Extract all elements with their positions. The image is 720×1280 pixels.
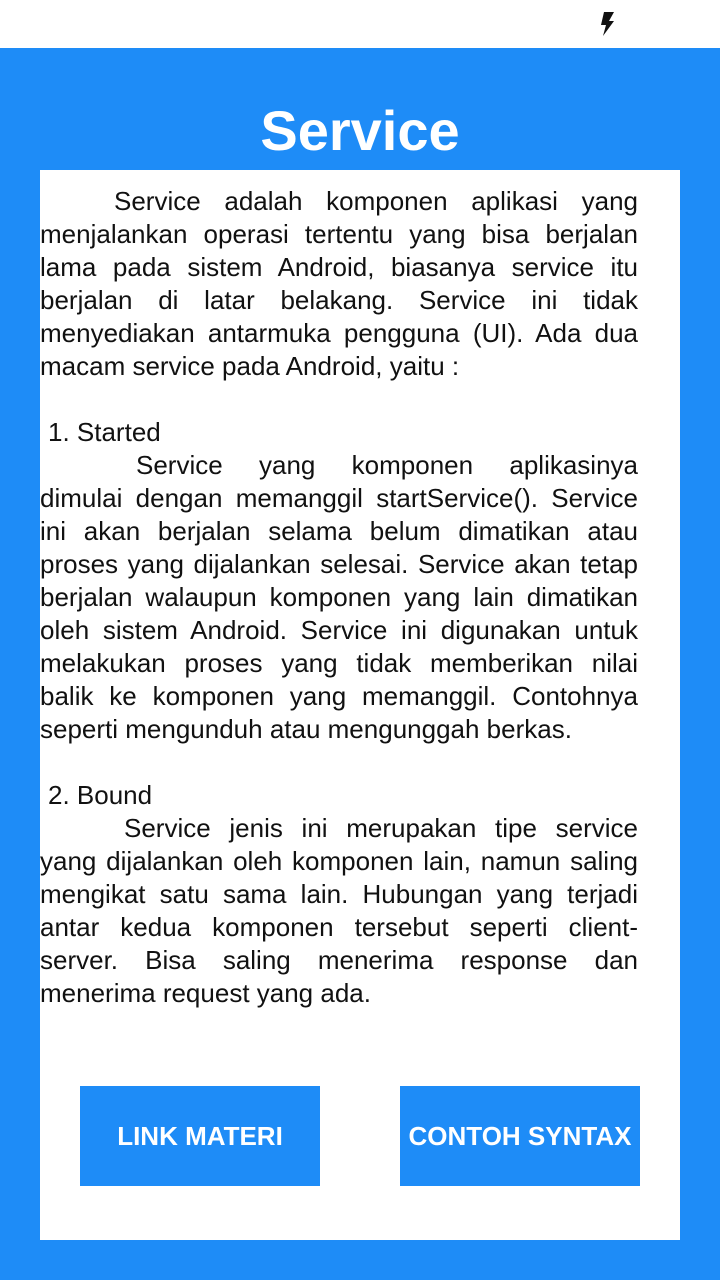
section-body-started: Service yang komponen aplikasinya dimula… (40, 450, 638, 744)
section-heading-started: 1. Started (48, 417, 161, 447)
intro-paragraph: Service adalah komponen aplikasi yang me… (40, 186, 638, 381)
contoh-syntax-button[interactable]: CONTOH SYNTAX (400, 1086, 640, 1186)
page-title: Service (260, 99, 460, 162)
section-heading-bound: 2. Bound (48, 780, 153, 810)
section-body-bound: Service jenis ini merupakan tipe service… (40, 813, 638, 1008)
charging-icon (601, 12, 614, 36)
body-text: Service adalah komponen aplikasi yang me… (40, 185, 640, 1010)
status-bar (0, 0, 720, 48)
content-card: Service adalah komponen aplikasi yang me… (40, 170, 680, 1240)
link-materi-button[interactable]: LINK MATERI (80, 1086, 320, 1186)
